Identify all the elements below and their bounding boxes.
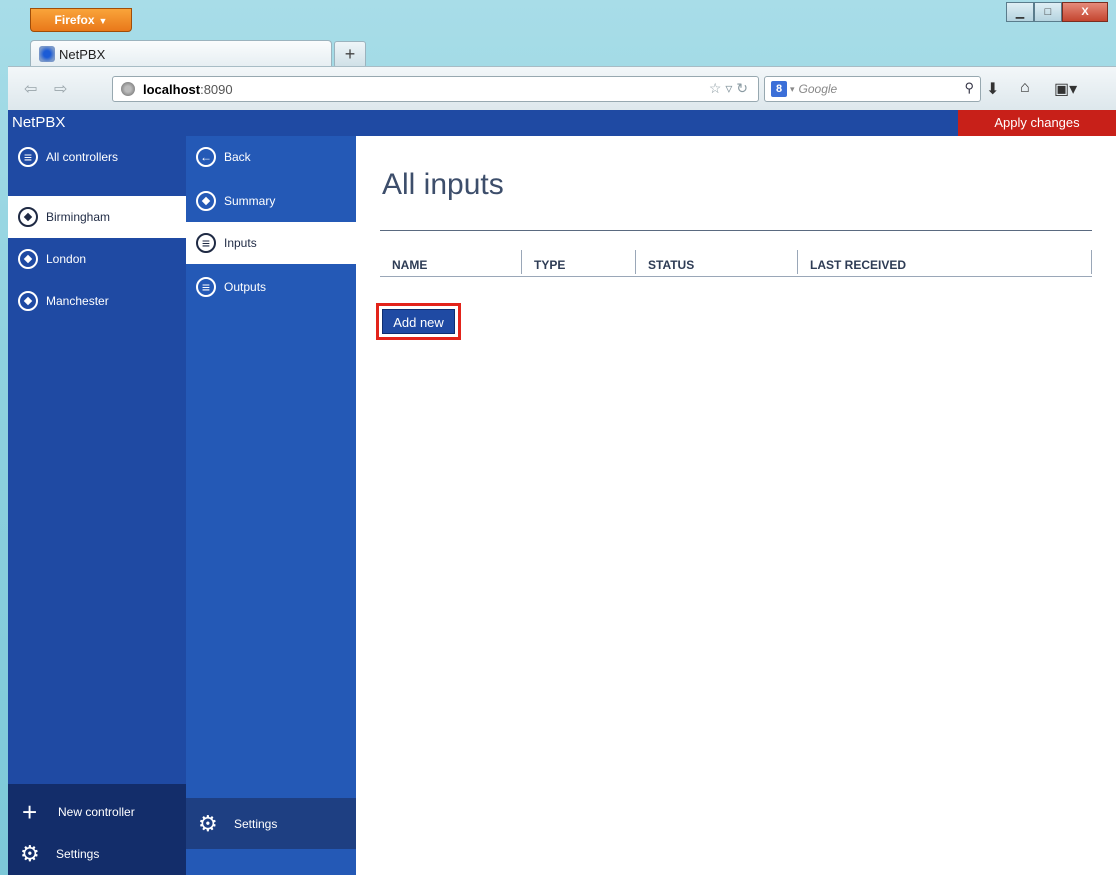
firefox-menu-button[interactable]: Firefox ▼ <box>30 8 132 32</box>
globe-icon <box>121 82 135 96</box>
diamond-icon <box>18 207 38 227</box>
settings-label: Settings <box>234 817 278 831</box>
submenu-inputs[interactable]: Inputs <box>186 222 356 264</box>
submenu-settings-button[interactable]: ⚙ Settings <box>186 804 277 844</box>
controller-submenu: Back Summary Inputs Outputs <box>186 136 356 875</box>
url-port: :8090 <box>200 81 233 97</box>
submenu-footer: ⚙ Settings <box>186 798 356 849</box>
tab-title: NetPBX <box>59 46 106 62</box>
minimize-button[interactable]: ▁ <box>1006 2 1034 22</box>
all-controllers-item[interactable]: All controllers <box>8 136 186 178</box>
controller-item-manchester[interactable]: Manchester <box>8 280 186 322</box>
search-icon[interactable]: ⚲ <box>964 80 974 96</box>
search-placeholder: Google <box>798 82 838 96</box>
home-icon[interactable]: ⌂ <box>1020 79 1030 97</box>
app: NetPBX Apply changes All controllers Bir… <box>8 110 1116 875</box>
submenu-outputs[interactable]: Outputs <box>186 266 356 308</box>
search-field[interactable]: 8 ▾ Google ⚲ <box>764 76 981 102</box>
download-icon[interactable]: ⬇ <box>986 79 999 99</box>
column-header-status[interactable]: STATUS <box>636 250 798 274</box>
list-icon <box>18 147 38 167</box>
list-icon <box>196 277 216 297</box>
plus-icon: + <box>22 797 38 827</box>
navigation-bar: ⇦ ⇨ localhost:8090 ☆ ▿ ↻ 8 ▾ Google ⚲ ⬇ ⌂… <box>8 66 1116 111</box>
diamond-icon <box>18 249 38 269</box>
column-header-last-received[interactable]: LAST RECEIVED <box>798 250 1092 274</box>
add-new-button[interactable]: Add new <box>382 309 455 334</box>
gear-icon: ⚙ <box>198 811 218 836</box>
apply-changes-button[interactable]: Apply changes <box>958 110 1116 136</box>
settings-label: Settings <box>56 847 100 861</box>
app-title: NetPBX <box>12 114 66 131</box>
bookmarks-menu-icon[interactable]: ▣▾ <box>1054 79 1077 99</box>
list-icon <box>196 233 216 253</box>
controllers-settings-button[interactable]: ⚙ Settings <box>8 834 99 874</box>
submenu-label: Outputs <box>224 280 267 294</box>
new-controller-label: New controller <box>58 805 135 819</box>
maximize-button[interactable]: □ <box>1034 2 1062 22</box>
controller-item-birmingham[interactable]: Birmingham <box>8 196 186 238</box>
column-header-type[interactable]: TYPE <box>522 250 636 274</box>
diamond-icon <box>18 291 38 311</box>
favicon-icon <box>39 46 55 62</box>
new-tab-button[interactable]: + <box>334 41 366 68</box>
browser-tab[interactable]: NetPBX <box>30 40 332 67</box>
new-controller-button[interactable]: + New controller <box>8 792 135 832</box>
forward-arrow-icon[interactable]: ⇨ <box>54 79 67 99</box>
submenu-label: Inputs <box>224 236 257 250</box>
submenu-summary[interactable]: Summary <box>186 180 356 222</box>
all-controllers-label: All controllers <box>46 150 119 164</box>
back-arrow-icon[interactable]: ⇦ <box>24 79 37 99</box>
column-header-name[interactable]: NAME <box>380 250 522 274</box>
add-new-highlight: Add new <box>376 303 461 340</box>
submenu-label: Back <box>224 150 251 164</box>
bookmark-reload-icons[interactable]: ☆ ▿ ↻ <box>709 80 748 97</box>
dropdown-caret-icon: ▼ <box>98 16 108 26</box>
controller-item-london[interactable]: London <box>8 238 186 280</box>
back-arrow-icon <box>196 147 216 167</box>
controllers-panel: All controllers Birmingham London Manche… <box>8 136 186 875</box>
close-window-button[interactable]: X <box>1062 2 1108 22</box>
gear-icon: ⚙ <box>20 841 40 866</box>
diamond-icon <box>196 191 216 211</box>
tab-bar: NetPBX + <box>8 36 1108 68</box>
google-icon[interactable]: 8 <box>771 81 787 97</box>
url-bar[interactable]: localhost:8090 ☆ ▿ ↻ <box>112 76 759 102</box>
title-divider <box>380 230 1092 231</box>
app-header: NetPBX Apply changes <box>8 110 1116 136</box>
submenu-back[interactable]: Back <box>186 136 356 178</box>
controllers-footer: + New controller ⚙ Settings <box>8 784 186 875</box>
window-controls: ▁ □ X <box>1006 2 1108 22</box>
inputs-table-header: NAME TYPE STATUS LAST RECEIVED <box>380 250 1092 277</box>
page-title: All inputs <box>382 168 504 201</box>
controller-label: Manchester <box>46 294 109 308</box>
submenu-label: Summary <box>224 194 276 208</box>
controller-label: London <box>46 252 87 266</box>
controller-label: Birmingham <box>46 210 111 224</box>
url-host: localhost <box>143 81 201 97</box>
